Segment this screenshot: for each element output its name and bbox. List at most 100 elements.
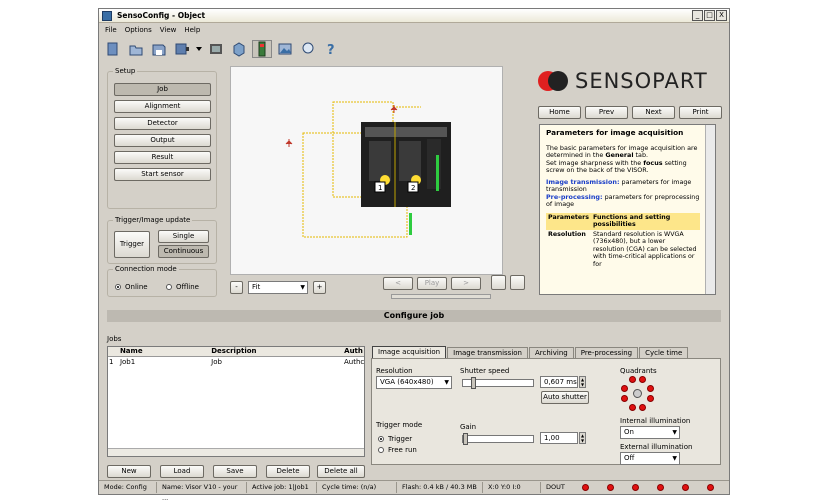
alignment-button[interactable]: Alignment [114,100,211,113]
open-icon [129,45,143,56]
tab-archiving[interactable]: Archiving [529,347,574,358]
external-illumination-value: Off [624,454,635,462]
image-viewer[interactable]: 1 2 [230,66,503,275]
quadrant-led[interactable] [647,385,654,392]
result-button[interactable]: Result [114,151,211,164]
quadrant-led[interactable] [639,376,646,383]
search-button[interactable] [298,40,318,58]
gain-knob[interactable] [463,433,468,445]
offline-radio[interactable]: Offline [166,283,199,291]
status-mode: Mode: Config [99,482,157,493]
help-scrollbar[interactable] [705,125,715,294]
start-sensor-button[interactable]: Start sensor [114,168,211,181]
save-button[interactable] [149,40,169,58]
status-active-job: Active job: 1|Job1 [247,482,317,493]
help-next-button[interactable]: Next [632,106,675,119]
image-icon [278,43,292,55]
prev-image-button[interactable]: < [383,277,413,290]
chevron-down-icon: ▼ [672,455,677,462]
zoom-select[interactable]: Fit ▼ [248,281,308,294]
jobs-scrollbar[interactable] [108,448,364,456]
tab-pre-processing[interactable]: Pre-processing [574,347,639,358]
new-button[interactable] [103,40,123,58]
zoom-out-button[interactable]: - [230,281,243,294]
trigger-button[interactable]: Trigger [114,231,150,258]
menu-options[interactable]: Options [125,26,152,34]
next-image-button[interactable]: > [451,277,481,290]
sensor-button[interactable] [252,40,272,58]
new-job-button[interactable]: New [107,465,151,478]
quadrant-led[interactable] [629,404,636,411]
delete-all-button[interactable]: Delete all [317,465,365,478]
help-prev-button[interactable]: Prev [585,106,628,119]
trigger-legend: Trigger/Image update [113,216,193,224]
resolution-value: VGA (640x480) [380,378,434,386]
resolution-select[interactable]: VGA (640x480) ▼ [376,376,452,389]
detector-button[interactable]: Detector [114,117,211,130]
view-option-button[interactable] [510,275,525,290]
jobs-label: Jobs [107,335,122,343]
table-row[interactable]: 1 Job1 Job Authc [108,357,364,367]
single-button[interactable]: Single [158,230,209,243]
menu-view[interactable]: View [160,26,177,34]
menu-file[interactable]: File [105,26,117,34]
anchor-icon[interactable] [285,139,293,147]
online-radio[interactable]: Online [115,283,148,291]
trigger-option-label: Trigger [388,435,413,443]
auto-shutter-button[interactable]: Auto shutter [541,391,589,404]
image-scrollbar[interactable] [391,294,491,299]
help-button[interactable]: ? [321,40,341,58]
internal-illumination-select[interactable]: On ▼ [620,426,680,439]
maximize-button[interactable]: □ [704,10,715,21]
gain-slider[interactable] [462,433,534,445]
device-button[interactable] [172,40,192,58]
view-option-button[interactable] [491,275,506,290]
status-flash: Flash: 0.4 kB / 40.3 MB [397,482,483,493]
quadrant-led[interactable] [621,395,628,402]
tab-image-acquisition[interactable]: Image acquisition [372,346,447,358]
output-button[interactable]: Output [114,134,211,147]
save-job-button[interactable]: Save [213,465,257,478]
status-position: X:0 Y:0 I:0 [483,482,541,493]
open-button[interactable] [126,40,146,58]
device-dropdown[interactable] [195,40,203,58]
quadrant-led[interactable] [629,376,636,383]
close-button[interactable]: X [716,10,727,21]
minimize-button[interactable]: _ [692,10,703,21]
image-button[interactable] [275,40,295,58]
continuous-button[interactable]: Continuous [158,245,209,258]
tab-cycle-time[interactable]: Cycle time [639,347,689,358]
shutter-speed-label: Shutter speed [460,367,510,375]
job-auth: Authc [344,358,365,366]
play-button[interactable]: Play [417,277,447,290]
menu-help[interactable]: Help [184,26,200,34]
delete-job-button[interactable]: Delete [266,465,310,478]
anchor-icon[interactable] [390,105,398,113]
film-button[interactable] [206,40,226,58]
load-job-button[interactable]: Load [160,465,204,478]
box-button[interactable] [229,40,249,58]
quadrant-led[interactable] [647,395,654,402]
trigger-mode-label: Trigger mode [376,421,423,429]
tab-image-transmission[interactable]: Image transmission [447,347,528,358]
offline-radio-dot [166,284,172,290]
shutter-speed-slider[interactable] [462,377,534,389]
trigger-radio[interactable]: Trigger [378,435,412,443]
shutter-speed-knob[interactable] [470,377,476,389]
gain-input[interactable]: 1,00 [540,432,578,444]
gain-spinner[interactable]: ▲ ▼ [579,432,586,444]
help-print-button[interactable]: Print [679,106,722,119]
output-led [607,484,614,491]
zoom-in-button[interactable]: + [313,281,326,294]
free-run-radio[interactable]: Free run [378,446,417,454]
quadrant-led[interactable] [639,404,646,411]
shutter-speed-spinner[interactable]: ▲ ▼ [579,376,586,388]
quadrants-selector[interactable] [621,376,657,412]
help-home-button[interactable]: Home [538,106,581,119]
output-led [682,484,689,491]
shutter-speed-input[interactable]: 0,607 ms [540,376,578,388]
external-illumination-select[interactable]: Off ▼ [620,452,680,465]
quadrant-led[interactable] [621,385,628,392]
help-content: Parameters for image acquisition The bas… [540,125,706,294]
job-button[interactable]: Job [114,83,211,96]
